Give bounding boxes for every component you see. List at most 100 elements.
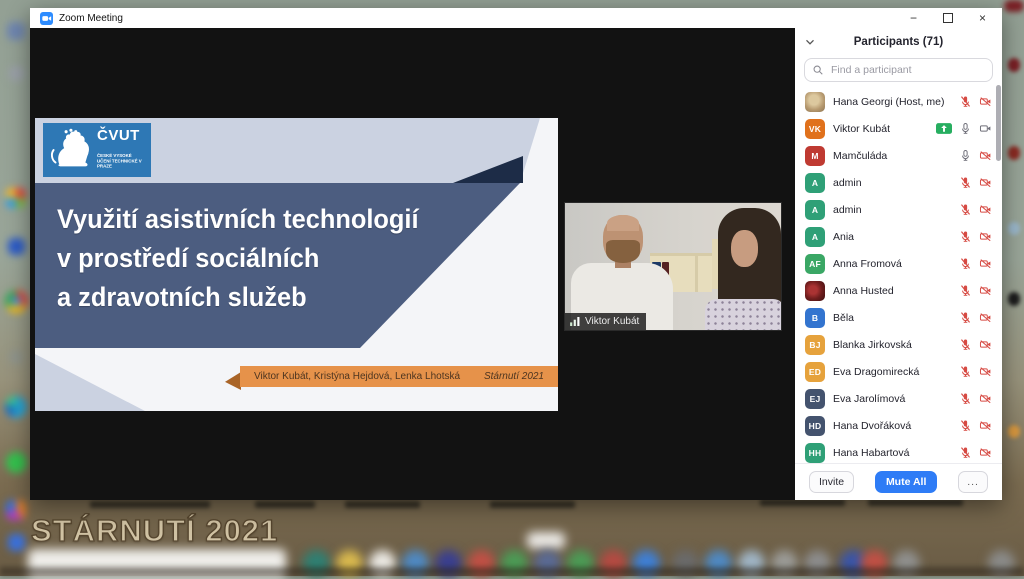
mic-muted-icon — [959, 419, 972, 432]
participant-row[interactable]: ED Eva Dragomirecká — [795, 358, 1002, 385]
desktop-icon[interactable] — [1004, 0, 1024, 12]
maximize-button[interactable] — [943, 13, 953, 23]
desktop-icon[interactable] — [8, 238, 25, 255]
participant-name: Hana Habartová — [833, 447, 951, 459]
participant-name: Hana Dvořáková — [833, 420, 951, 432]
avatar: AF — [805, 254, 825, 274]
avatar — [805, 92, 825, 112]
slide-authors: Viktor Kubát, Kristýna Hejdová, Lenka Lh… — [254, 371, 460, 382]
avatar: A — [805, 200, 825, 220]
mic-muted-icon — [959, 176, 972, 189]
participant-name: Hana Georgi (Host, me) — [833, 96, 951, 108]
mic-muted-icon — [959, 257, 972, 270]
participant-row[interactable]: Hana Georgi (Host, me) — [795, 88, 1002, 115]
presentation-slide: ČVUT ČESKÉ VYSOKÉ UČENÍ TECHNICKÉ V PRAZ… — [35, 118, 558, 411]
participant-row[interactable]: BJ Blanka Jirkovská — [795, 331, 1002, 358]
avatar: B — [805, 308, 825, 328]
participant-name: Eva Jarolímová — [833, 393, 951, 405]
desktop-icon[interactable] — [7, 22, 25, 40]
dock-highlight — [527, 532, 565, 549]
participant-name: admin — [833, 204, 951, 216]
cvut-university-name: ČESKÉ VYSOKÉ UČENÍ TECHNICKÉ V PRAZE — [97, 153, 147, 169]
avatar: HD — [805, 416, 825, 436]
zoom-app-icon — [40, 12, 53, 25]
participant-row[interactable]: HD Hana Dvořáková — [795, 412, 1002, 439]
camera-off-icon — [979, 311, 992, 324]
participant-name: Ania — [833, 231, 951, 243]
mic-muted-icon — [959, 95, 972, 108]
avatar: EJ — [805, 389, 825, 409]
participant-row[interactable]: Anna Husted — [795, 277, 1002, 304]
edge-icon[interactable] — [5, 396, 27, 418]
camera-off-icon — [979, 365, 992, 378]
chrome-icon[interactable] — [5, 290, 28, 313]
desktop-icon[interactable] — [1008, 425, 1020, 438]
desktop-icon[interactable] — [1008, 292, 1020, 306]
participant-row[interactable]: EJ Eva Jarolímová — [795, 385, 1002, 412]
desktop-icon[interactable] — [8, 534, 25, 551]
desktop-icon[interactable] — [6, 500, 26, 520]
desktop-icon[interactable] — [1008, 146, 1020, 160]
wallpaper-title: STÁRNUTÍ 2021 — [31, 513, 278, 549]
close-button[interactable]: × — [979, 8, 986, 28]
mic-muted-icon — [959, 365, 972, 378]
camera-off-icon — [979, 446, 992, 459]
participant-row[interactable]: A admin — [795, 196, 1002, 223]
zoom-meeting-window: Zoom Meeting − × — [30, 8, 1002, 500]
slide-title: Využití asistivních technologií v prostř… — [57, 200, 419, 317]
screen-share-stage: ČVUT ČESKÉ VYSOKÉ UČENÍ TECHNICKÉ V PRAZ… — [30, 28, 795, 500]
participant-row[interactable]: VK Viktor Kubát — [795, 115, 1002, 142]
video-name-label: Viktor Kubát — [565, 313, 646, 330]
mic-on-icon — [959, 149, 972, 162]
search-icon — [812, 64, 824, 76]
participant-row[interactable]: AF Anna Fromová — [795, 250, 1002, 277]
participant-row[interactable]: M Mamčuláda — [795, 142, 1002, 169]
camera-off-icon — [979, 230, 992, 243]
invite-button[interactable]: Invite — [809, 471, 854, 493]
camera-off-icon — [979, 203, 992, 216]
desktop-icon[interactable] — [9, 350, 23, 364]
chevron-down-icon[interactable] — [804, 36, 816, 48]
participant-row[interactable]: A admin — [795, 169, 1002, 196]
participant-name: Anna Fromová — [833, 258, 951, 270]
participants-list: Hana Georgi (Host, me) — [795, 88, 1002, 463]
more-options-button[interactable]: ... — [958, 471, 988, 493]
camera-off-icon — [979, 149, 992, 162]
mic-muted-icon — [959, 338, 972, 351]
avatar: HH — [805, 443, 825, 463]
desktop-icon[interactable] — [9, 66, 24, 81]
participants-footer: Invite Mute All ... — [795, 463, 1002, 500]
participant-row[interactable]: HH Hana Habartová — [795, 439, 1002, 466]
search-input[interactable] — [829, 63, 985, 77]
whatsapp-icon[interactable] — [6, 452, 27, 473]
participant-row[interactable]: A Ania — [795, 223, 1002, 250]
mic-muted-icon — [959, 203, 972, 216]
avatar: A — [805, 173, 825, 193]
camera-on-icon — [979, 122, 992, 135]
signal-bars-icon — [570, 317, 581, 326]
participant-search[interactable] — [804, 58, 993, 82]
participant-name: Běla — [833, 312, 951, 324]
desktop-icon[interactable] — [1008, 222, 1020, 235]
window-title: Zoom Meeting — [59, 13, 910, 24]
cvut-lion-icon — [43, 123, 95, 177]
mic-muted-icon — [959, 284, 972, 297]
participants-title: Participants (71) — [795, 36, 1002, 48]
authors-ribbon: Viktor Kubát, Kristýna Hejdová, Lenka Lh… — [240, 366, 558, 387]
scrollbar-thumb[interactable] — [996, 85, 1001, 161]
camera-off-icon — [979, 176, 992, 189]
avatar — [805, 281, 825, 301]
participant-name: Blanka Jirkovská — [833, 339, 951, 351]
avatar: ED — [805, 362, 825, 382]
minimize-button[interactable]: − — [910, 8, 917, 28]
mute-all-button[interactable]: Mute All — [875, 471, 937, 493]
camera-off-icon — [979, 284, 992, 297]
windows-logo-icon[interactable] — [6, 188, 26, 208]
participant-name: Eva Dragomirecká — [833, 366, 951, 378]
camera-off-icon — [979, 419, 992, 432]
speaker-video-thumbnail[interactable]: Viktor Kubát — [565, 203, 781, 330]
participant-row[interactable]: B Běla — [795, 304, 1002, 331]
desktop-icon[interactable] — [1008, 58, 1020, 72]
avatar: BJ — [805, 335, 825, 355]
window-titlebar[interactable]: Zoom Meeting − × — [30, 8, 1002, 28]
